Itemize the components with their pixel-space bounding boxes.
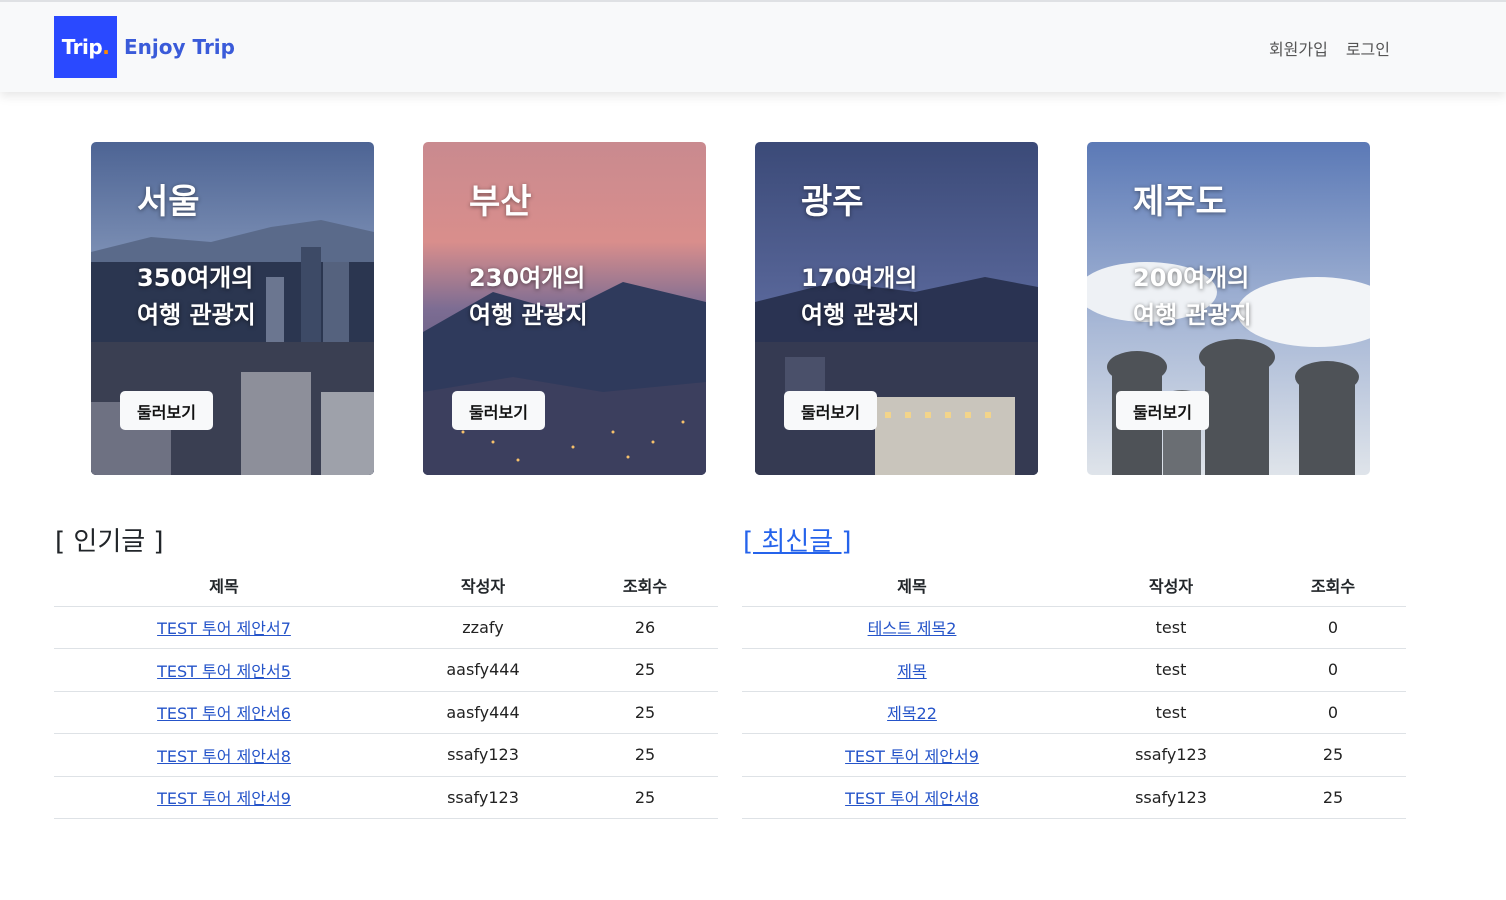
card-title: 부산: [469, 182, 532, 222]
card-count: 350여개의: [137, 264, 254, 292]
cell-title: TEST 투어 제안서9: [54, 776, 394, 819]
cell-hits: 25: [572, 648, 718, 692]
card-label: 여행 관광지: [469, 301, 588, 329]
navbar: Trip. Enjoy Trip 회원가입 로그인: [0, 0, 1506, 92]
cell-writer: ssafy123: [394, 733, 572, 777]
table-header-row: 제목 작성자 조회수: [742, 564, 1406, 607]
login-link[interactable]: 로그인: [1346, 36, 1390, 60]
column-header-title: 제목: [54, 564, 394, 607]
table-row: 제목 test 0: [742, 648, 1406, 692]
latest-table: 제목 작성자 조회수 테스트 제목2 test 0 제목 test 0 제목22…: [742, 564, 1406, 819]
nav-links: 회원가입 로그인: [1269, 36, 1390, 60]
browse-button-gwangju[interactable]: 둘러보기: [784, 391, 877, 430]
table-row: TEST 투어 제안서9 ssafy123 25: [54, 776, 718, 819]
brand-name: Enjoy Trip: [124, 35, 235, 59]
card-subtitle: 230여개의여행 관광지: [469, 260, 588, 334]
cell-title: TEST 투어 제안서9: [742, 733, 1082, 777]
cell-hits: 25: [572, 733, 718, 777]
post-link[interactable]: 테스트 제목2: [868, 619, 957, 638]
post-link[interactable]: TEST 투어 제안서5: [157, 662, 291, 681]
cell-hits: 25: [572, 691, 718, 734]
table-row: TEST 투어 제안서5 aasfy444 25: [54, 648, 718, 692]
card-label: 여행 관광지: [1133, 301, 1252, 329]
table-row: TEST 투어 제안서8 ssafy123 25: [54, 733, 718, 777]
column-header-hits: 조회수: [1260, 564, 1406, 607]
table-row: TEST 투어 제안서8 ssafy123 25: [742, 776, 1406, 819]
cell-writer: ssafy123: [394, 776, 572, 819]
cell-writer: aasfy444: [394, 691, 572, 734]
cell-writer: zzafy: [394, 606, 572, 649]
cell-writer: test: [1082, 691, 1260, 734]
post-link[interactable]: TEST 투어 제안서9: [157, 789, 291, 808]
browse-button-busan[interactable]: 둘러보기: [452, 391, 545, 430]
card-label: 여행 관광지: [801, 301, 920, 329]
table-header-row: 제목 작성자 조회수: [54, 564, 718, 607]
region-card-jeju: 제주도 200여개의여행 관광지 둘러보기: [1087, 142, 1370, 475]
logo: Trip.: [54, 16, 117, 78]
cell-hits: 25: [1260, 733, 1406, 777]
column-header-title: 제목: [742, 564, 1082, 607]
cell-title: TEST 투어 제안서8: [742, 776, 1082, 819]
post-link[interactable]: TEST 투어 제안서9: [845, 747, 979, 766]
logo-text: Trip: [61, 35, 103, 59]
popular-board-title: [ 인기글 ]: [55, 527, 164, 557]
card-subtitle: 170여개의여행 관광지: [801, 260, 920, 334]
cell-hits: 0: [1260, 606, 1406, 649]
cell-title: 제목: [742, 648, 1082, 692]
cell-title: 테스트 제목2: [742, 606, 1082, 649]
cell-writer: aasfy444: [394, 648, 572, 692]
brand-link[interactable]: Trip. Enjoy Trip: [54, 16, 235, 78]
cell-hits: 0: [1260, 691, 1406, 734]
card-title: 제주도: [1133, 182, 1227, 222]
post-link[interactable]: 제목: [897, 662, 926, 681]
cell-hits: 0: [1260, 648, 1406, 692]
cell-writer: ssafy123: [1082, 733, 1260, 777]
card-subtitle: 200여개의여행 관광지: [1133, 260, 1252, 334]
browse-button-seoul[interactable]: 둘러보기: [120, 391, 213, 430]
cell-title: TEST 투어 제안서7: [54, 606, 394, 649]
region-card-seoul: 서울 350여개의여행 관광지 둘러보기: [91, 142, 374, 475]
popular-board: [ 인기글 ] 제목 작성자 조회수 TEST 투어 제안서7 zzafy 26…: [54, 520, 718, 819]
table-row: 제목22 test 0: [742, 691, 1406, 734]
region-card-busan: 부산 230여개의여행 관광지 둘러보기: [423, 142, 706, 475]
cell-hits: 26: [572, 606, 718, 649]
cell-writer: test: [1082, 648, 1260, 692]
card-label: 여행 관광지: [137, 301, 256, 329]
card-title: 서울: [137, 182, 200, 222]
column-header-writer: 작성자: [1082, 564, 1260, 607]
table-row: TEST 투어 제안서7 zzafy 26: [54, 606, 718, 649]
table-row: 테스트 제목2 test 0: [742, 606, 1406, 649]
card-count: 170여개의: [801, 264, 918, 292]
browse-button-jeju[interactable]: 둘러보기: [1116, 391, 1209, 430]
cell-title: 제목22: [742, 691, 1082, 734]
popular-table: 제목 작성자 조회수 TEST 투어 제안서7 zzafy 26 TEST 투어…: [54, 564, 718, 819]
table-row: TEST 투어 제안서9 ssafy123 25: [742, 733, 1406, 777]
cell-hits: 25: [1260, 776, 1406, 819]
post-link[interactable]: TEST 투어 제안서6: [157, 704, 291, 723]
card-count: 200여개의: [1133, 264, 1250, 292]
post-link[interactable]: TEST 투어 제안서7: [157, 619, 291, 638]
cell-title: TEST 투어 제안서6: [54, 691, 394, 734]
cell-writer: test: [1082, 606, 1260, 649]
logo-dot: .: [102, 35, 110, 59]
signup-link[interactable]: 회원가입: [1269, 36, 1328, 60]
post-link[interactable]: TEST 투어 제안서8: [157, 747, 291, 766]
cell-hits: 25: [572, 776, 718, 819]
column-header-hits: 조회수: [572, 564, 718, 607]
card-subtitle: 350여개의여행 관광지: [137, 260, 256, 334]
latest-board: [ 최신글 ] 제목 작성자 조회수 테스트 제목2 test 0 제목 tes…: [742, 520, 1406, 819]
region-card-gwangju: 광주 170여개의여행 관광지 둘러보기: [755, 142, 1038, 475]
cell-title: TEST 투어 제안서5: [54, 648, 394, 692]
cell-title: TEST 투어 제안서8: [54, 733, 394, 777]
column-header-writer: 작성자: [394, 564, 572, 607]
table-row: TEST 투어 제안서6 aasfy444 25: [54, 691, 718, 734]
card-count: 230여개의: [469, 264, 586, 292]
post-link[interactable]: TEST 투어 제안서8: [845, 789, 979, 808]
latest-board-title-link[interactable]: [ 최신글 ]: [742, 520, 1406, 564]
post-link[interactable]: 제목22: [887, 704, 937, 723]
cell-writer: ssafy123: [1082, 776, 1260, 819]
card-title: 광주: [801, 182, 864, 222]
